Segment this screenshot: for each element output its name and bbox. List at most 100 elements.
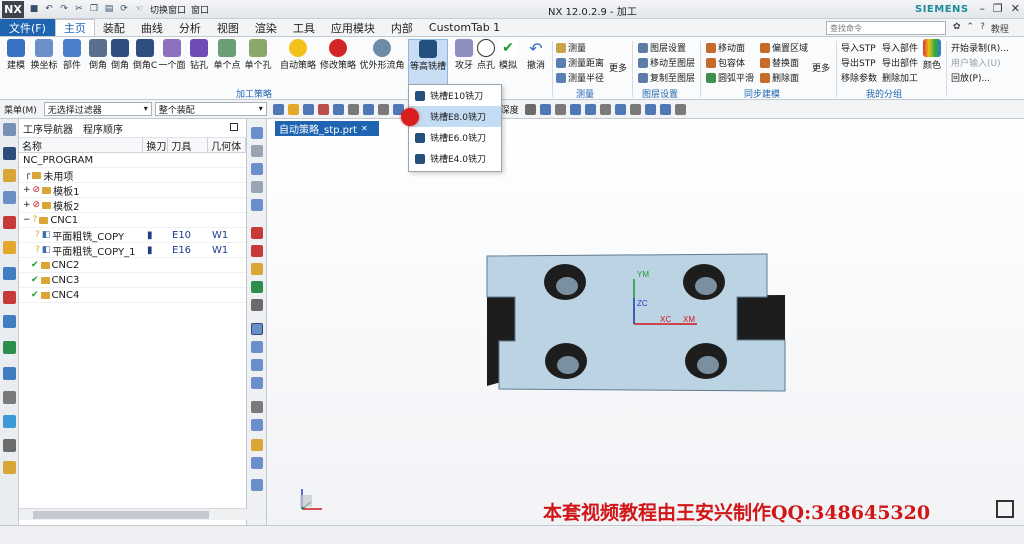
assembly-scope-dropdown[interactable]: 整个装配 ▾ [154,102,267,116]
tab-internal[interactable]: 内部 [383,19,421,36]
tab-tools[interactable]: 工具 [285,19,323,36]
playback-button[interactable]: 回放(P)... [951,71,990,84]
tree-row[interactable]: + ⊘ 模板2 [19,198,246,213]
create-program-icon[interactable] [251,127,263,139]
snap-face-icon[interactable] [362,103,374,115]
tab-analysis[interactable]: 分析 [171,19,209,36]
ribbon-button-single-hole[interactable]: 单个孔 [244,39,272,71]
postprocess-icon[interactable] [251,401,263,413]
move-to-layer-button[interactable]: 移动至图层 [638,56,695,69]
switch-window-button[interactable]: 切换窗口 [150,3,186,16]
system-icon[interactable] [3,439,16,452]
delete-machining-button[interactable]: 删除加工 [882,71,918,84]
tree-row[interactable]: −? CNC1 [19,213,246,228]
snap-curve-icon[interactable] [377,103,389,115]
snap-end-icon[interactable] [287,103,299,115]
tab-application[interactable]: 应用模块 [323,19,383,36]
close-icon[interactable]: ✕ [1011,2,1020,15]
machine-icon[interactable] [251,479,263,491]
file-tab[interactable]: 自动策略_stp.prt ✕ [275,121,379,136]
nx-icon[interactable] [3,147,16,160]
column-header-geometry[interactable]: 几何体 [208,138,246,153]
hole[interactable] [544,264,586,300]
verify-icon[interactable] [251,359,263,371]
export-part-button[interactable]: 导出部件 [882,56,918,69]
ribbon-button-chamfer2[interactable]: 倒角 [106,39,134,71]
tab-render[interactable]: 渲染 [247,19,285,36]
create-geometry-icon[interactable] [251,163,263,175]
dropdown-item-e8[interactable]: 铣槽E8.0铣刀 [401,106,501,127]
create-operation-icon[interactable] [251,199,263,211]
history-icon[interactable] [3,169,16,182]
zoom-icon[interactable] [554,103,566,115]
redo-icon[interactable]: ↷ [58,3,70,15]
maximize-icon[interactable] [230,123,238,131]
reuse-icon[interactable] [3,315,16,328]
start-recording-button[interactable]: 开始录制(R)... [951,41,1009,54]
copy-to-layer-button[interactable]: 复制至图层 [638,71,695,84]
layer-visible-icon[interactable] [659,103,671,115]
tree-row[interactable]: ✔ CNC2 [19,258,246,273]
paste-icon[interactable]: ▤ [103,3,115,15]
remove-params-button[interactable]: 移除参数 [841,71,877,84]
ribbon-button-part[interactable]: 部件 [58,39,86,71]
undo-icon[interactable]: ↶ [43,3,55,15]
snap-mid-icon[interactable] [302,103,314,115]
expand-icon[interactable]: + [23,185,31,195]
web-icon[interactable] [3,367,16,380]
column-header-name[interactable]: 名称 [19,138,144,153]
ribbon-button-simulate[interactable]: ✔ 模拟 [494,39,522,71]
rotate-icon[interactable] [569,103,581,115]
tutorial-button[interactable]: 教程 [991,22,1009,35]
column-header-tool[interactable]: 刀具 [168,138,209,153]
expand-icon[interactable]: + [23,200,31,210]
snap-quadrant-icon[interactable] [332,103,344,115]
move-face-button[interactable]: 移动面 [706,41,745,54]
horizontal-scrollbar[interactable] [19,508,247,520]
tree-row[interactable]: ✔ CNC3 [19,273,246,288]
measure-radius-button[interactable]: 测量半径 [556,71,604,84]
wcs-icon[interactable] [674,103,686,115]
ribbon-button-change-coord[interactable]: 换坐标 [30,39,58,71]
output-cls-icon[interactable] [251,439,263,451]
minimize-icon[interactable]: – [979,2,985,15]
touch-mode-icon[interactable]: ☜ [133,3,145,15]
assembly-nav-icon[interactable] [3,191,16,204]
window-button[interactable]: 窗口 [191,3,209,16]
ribbon-button-drill[interactable]: 钻孔 [185,39,213,71]
constraint-icon[interactable] [3,216,16,229]
feature-icon[interactable] [3,291,16,304]
exclamation-icon[interactable] [251,245,263,257]
command-search-input[interactable]: 查找命令 [826,21,946,35]
copy-icon[interactable]: ❐ [88,3,100,15]
tab-home[interactable]: 主页 [54,19,95,36]
navigator-icon[interactable] [3,123,16,136]
ribbon-button-modify-strategy[interactable]: 修改策略 [320,39,356,71]
ribbon-button-one-face[interactable]: 一个面 [158,39,186,71]
dropdown-item-e10[interactable]: 铣槽E10铣刀 [409,85,501,106]
replay-icon[interactable] [251,341,263,353]
import-part-button[interactable]: 导入部件 [882,41,918,54]
hole[interactable] [683,264,725,300]
help-icon[interactable]: ? [980,22,985,35]
tree-row[interactable]: ? ◧ 平面粗铣_COPY_1 ▮ E16 W1 [19,243,246,258]
ribbon-button-single-point[interactable]: 单个点 [213,39,241,71]
ribbon-button-modeling[interactable]: 建模 [2,39,30,71]
selection-filter-dropdown[interactable]: 无选择过滤器 ▾ [43,102,152,116]
pan-icon[interactable] [584,103,596,115]
ribbon-button-contour-slot[interactable]: 等高铣槽 [408,39,448,85]
tree-row[interactable]: ✔ CNC4 [19,288,246,303]
view-fit-icon[interactable] [539,103,551,115]
list-icon[interactable] [251,377,263,389]
tree-row[interactable]: + ⊘ 模板1 [19,183,246,198]
maximize-icon[interactable]: ❐ [993,2,1003,15]
measure-button[interactable]: 测量 [556,41,586,54]
tree-row[interactable]: ? ◧ 平面粗铣_COPY ▮ E10 W1 [19,228,246,243]
hole[interactable] [545,343,587,379]
export-stp-button[interactable]: 导出STP [841,56,876,69]
graphics-window[interactable]: 自动策略_stp.prt ✕ YM ZC XC XM [267,119,1024,525]
bounding-body-button[interactable]: 包容体 [706,56,745,69]
snap-point-icon[interactable] [272,103,284,115]
tree-row[interactable]: NC_PROGRAM [19,153,246,168]
up-arrow-icon[interactable] [251,281,263,293]
